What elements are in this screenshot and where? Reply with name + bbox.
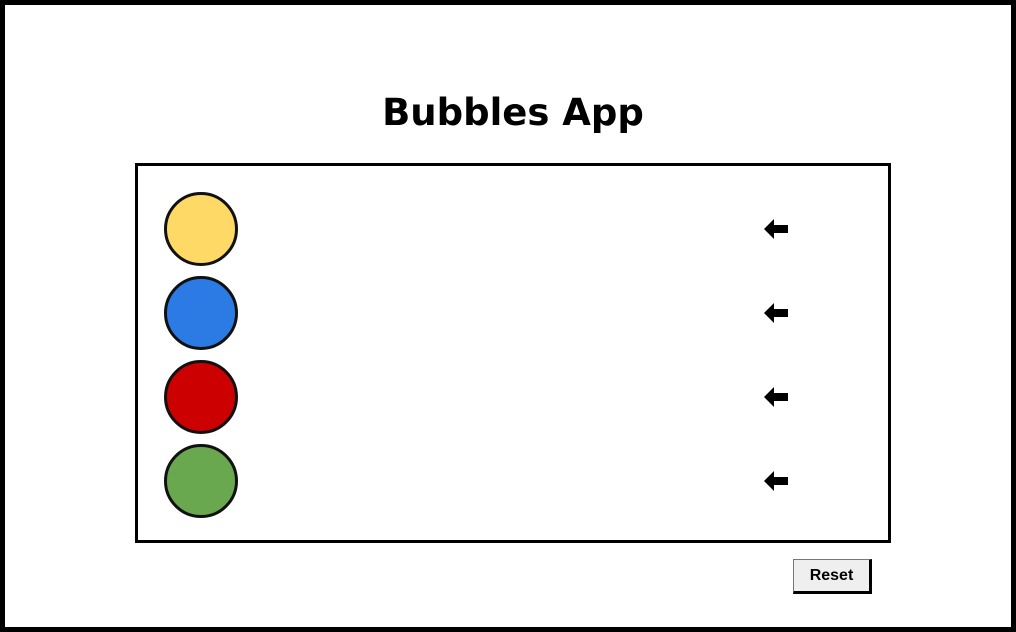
bubble-row-yellow	[138, 192, 888, 268]
bubble-red[interactable]	[164, 360, 238, 434]
arrow-left-icon[interactable]	[762, 299, 790, 327]
page-title: Bubbles App	[382, 91, 644, 134]
bubble-row-blue	[138, 276, 888, 352]
arrow-left-icon[interactable]	[762, 215, 790, 243]
bubble-row-red	[138, 360, 888, 436]
bubble-green[interactable]	[164, 444, 238, 518]
app-frame: Bubbles App Reset	[0, 0, 1016, 632]
arrow-left-icon[interactable]	[762, 467, 790, 495]
bubble-blue[interactable]	[164, 276, 238, 350]
bubble-row-green	[138, 444, 888, 520]
bubble-yellow[interactable]	[164, 192, 238, 266]
reset-button[interactable]: Reset	[793, 559, 872, 594]
bubbles-container	[135, 163, 891, 543]
arrow-left-icon[interactable]	[762, 383, 790, 411]
